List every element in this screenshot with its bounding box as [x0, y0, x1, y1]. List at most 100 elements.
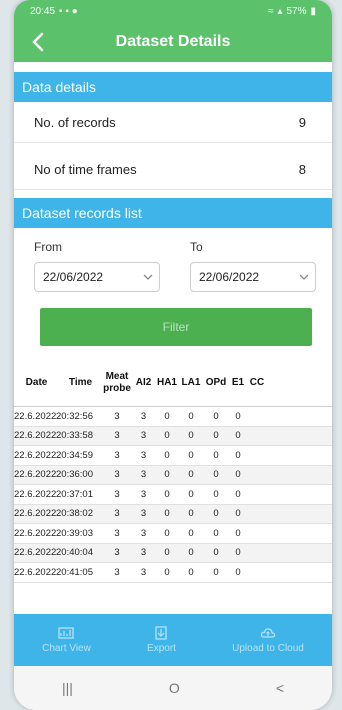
- table-cell: 3: [140, 488, 147, 500]
- table-cell: 0: [188, 410, 194, 422]
- table-cell: 3: [114, 488, 120, 500]
- table-cell: 0: [164, 566, 170, 578]
- records-table: Date Time Meat probe AI2 HA1 LA1 OPd E1 CC 22.6.…: [14, 359, 332, 583]
- table-row: 22.6.2022 20:39:03 3 3 0 0 0 0: [14, 524, 332, 544]
- table-cell: 20:38:02: [56, 508, 93, 520]
- export-tab[interactable]: Export: [147, 626, 176, 654]
- table-row: 22.6.2022 20:41:05 3 3 0 0 0 0: [14, 563, 332, 583]
- status-time: 20:45: [30, 5, 56, 17]
- table-cell: 3: [140, 508, 147, 520]
- chart-icon: [58, 627, 75, 639]
- table-cell: 0: [235, 527, 241, 539]
- table-cell: 0: [213, 547, 219, 559]
- column-header: CC: [249, 376, 265, 388]
- table-cell: 3: [140, 469, 147, 481]
- table-cell: 0: [213, 469, 219, 481]
- to-label: To: [190, 240, 203, 254]
- table-cell: 3: [140, 566, 147, 578]
- back-arrow-icon[interactable]: [28, 31, 50, 53]
- upload-cloud-tab[interactable]: Upload to Cloud: [232, 626, 304, 654]
- column-header: AI2: [135, 376, 152, 388]
- column-header: Time: [68, 376, 93, 388]
- table-cell: 0: [235, 449, 241, 461]
- table-cell: 0: [188, 488, 194, 500]
- table-cell: 3: [140, 430, 147, 442]
- table-cell: 0: [164, 547, 170, 559]
- column-header: E1: [231, 376, 245, 388]
- table-cell: 3: [140, 410, 147, 422]
- table-cell: 22.6.2022: [14, 508, 57, 520]
- to-date-select[interactable]: 22/06/2022: [190, 262, 316, 292]
- table-cell: 20:34:59: [56, 449, 93, 461]
- time-frames-value: 8: [298, 162, 306, 177]
- table-cell: 3: [140, 527, 147, 539]
- column-header: Date: [25, 376, 48, 388]
- table-cell: 3: [114, 410, 120, 422]
- page-title: Dataset Details: [115, 33, 231, 50]
- table-cell: 20:40:04: [56, 547, 93, 559]
- table-cell: 0: [235, 410, 241, 422]
- table-cell: 3: [114, 469, 120, 481]
- home-button[interactable]: O: [169, 680, 180, 696]
- notification-icon: ▪ ▪ ●: [59, 5, 78, 17]
- table-cell: 0: [164, 488, 170, 500]
- table-cell: 3: [114, 547, 120, 559]
- table-cell: 20:39:03: [56, 527, 93, 539]
- table-cell: 0: [213, 449, 219, 461]
- table-cell: 0: [164, 508, 170, 520]
- export-icon: [155, 626, 168, 640]
- chart-view-tab[interactable]: Chart View: [42, 626, 91, 654]
- table-cell: 0: [235, 566, 241, 578]
- from-date-select[interactable]: 22/06/2022: [34, 262, 160, 292]
- battery-icon: ▮: [310, 5, 316, 17]
- table-row: 22.6.2022 20:40:04 3 3 0 0 0 0: [14, 543, 332, 563]
- table-cell: 3: [114, 527, 120, 539]
- cloud-upload-icon: [260, 628, 276, 638]
- recents-button[interactable]: |||: [62, 680, 73, 696]
- table-cell: 20:32:56: [56, 410, 93, 422]
- table-cell: 0: [235, 488, 241, 500]
- table-cell: 22.6.2022: [14, 566, 57, 578]
- table-cell: 0: [164, 469, 170, 481]
- table-cell: 3: [114, 508, 120, 520]
- column-header: OPd: [205, 376, 227, 388]
- table-cell: 0: [164, 527, 170, 539]
- time-frames-label: No of time frames: [34, 162, 137, 177]
- data-details-header: Data details: [14, 72, 332, 102]
- records-count-row: No. of records 9: [14, 103, 332, 143]
- upload-label: Upload to Cloud: [232, 643, 304, 654]
- wifi-icon: ≈: [267, 5, 274, 17]
- table-row: 22.6.2022 20:38:02 3 3 0 0 0 0: [14, 504, 332, 524]
- table-cell: 20:41:05: [56, 566, 93, 578]
- table-cell: 0: [235, 469, 241, 481]
- table-cell: 0: [235, 547, 241, 559]
- table-cell: 20:37:01: [56, 488, 93, 500]
- table-cell: 20:33:58: [56, 430, 93, 442]
- table-row: 22.6.2022 20:33:58 3 3 0 0 0 0: [14, 426, 332, 446]
- table-cell: 0: [188, 469, 194, 481]
- app-bar: Dataset Details: [14, 22, 332, 62]
- table-cell: 0: [213, 488, 219, 500]
- table-cell: 22.6.2022: [14, 547, 57, 559]
- table-cell: 3: [114, 566, 120, 578]
- table-cell: 0: [164, 430, 170, 442]
- table-cell: 22.6.2022: [14, 469, 57, 481]
- table-cell: 22.6.2022: [14, 430, 57, 442]
- table-cell: 0: [235, 508, 241, 520]
- column-header: HA1: [156, 376, 177, 388]
- table-cell: 0: [188, 508, 194, 520]
- table-cell: 20:36:00: [56, 469, 93, 481]
- records-list-header: Dataset records list: [14, 198, 332, 228]
- table-cell: 0: [164, 449, 170, 461]
- table-header-row: Date Time Meat probe AI2 HA1 LA1 OPd E1 CC: [14, 359, 332, 407]
- phone-screen: 20:45 ▪ ▪ ● ≈ ▴ 57% ▮ Dataset Details Da…: [14, 0, 332, 710]
- back-button[interactable]: <: [276, 680, 284, 696]
- table-cell: 3: [140, 547, 147, 559]
- table-cell: 0: [213, 410, 219, 422]
- signal-icon: ▴: [277, 5, 283, 17]
- table-cell: 22.6.2022: [14, 527, 57, 539]
- table-cell: 0: [188, 547, 194, 559]
- system-navigation-bar: ||| O <: [14, 666, 332, 710]
- table-cell: 22.6.2022: [14, 488, 57, 500]
- filter-button[interactable]: Filter: [40, 308, 312, 346]
